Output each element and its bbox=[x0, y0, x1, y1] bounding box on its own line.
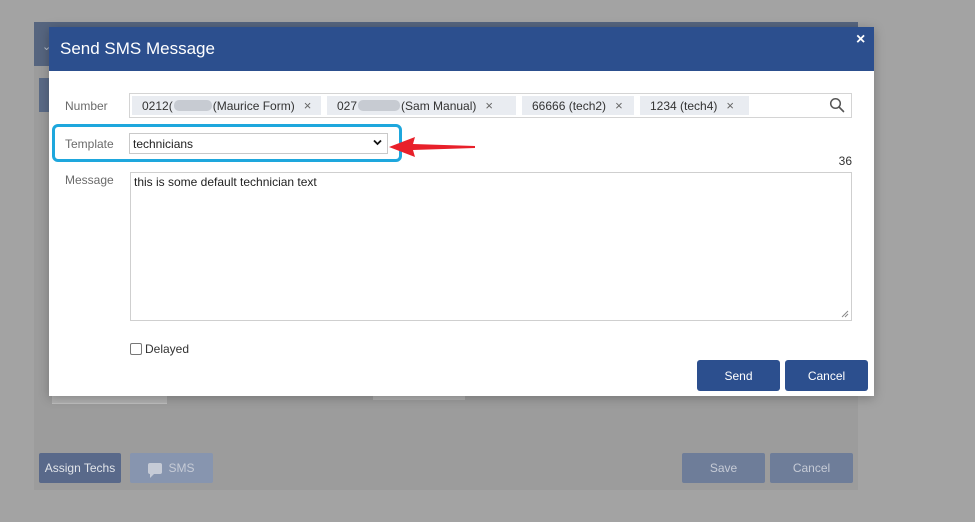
chevron-down-icon bbox=[373, 139, 382, 146]
sms-icon bbox=[148, 462, 163, 478]
assign-techs-button[interactable]: Assign Techs bbox=[39, 453, 121, 483]
chip-name: (Sam Manual) bbox=[401, 98, 477, 113]
red-arrow-annotation-icon bbox=[389, 137, 475, 157]
redacted-digits bbox=[358, 100, 401, 111]
send-button[interactable]: Send bbox=[697, 360, 780, 391]
message-label: Message bbox=[65, 173, 114, 187]
chip-name: (Maurice Form) bbox=[212, 98, 295, 113]
delayed-option[interactable]: Delayed bbox=[130, 342, 189, 356]
chip-number: 0212( bbox=[142, 98, 173, 113]
delayed-label: Delayed bbox=[145, 342, 190, 356]
template-select[interactable]: technicians bbox=[129, 133, 388, 154]
delayed-checkbox[interactable] bbox=[130, 343, 142, 355]
chip-number: 027 bbox=[337, 98, 358, 113]
close-icon[interactable]: × bbox=[856, 31, 865, 49]
recipient-chip: 0212( (Maurice Form) × bbox=[132, 96, 321, 115]
recipient-chip: 1234 (tech4) × bbox=[640, 96, 749, 115]
number-label: Number bbox=[65, 99, 108, 113]
chip-name: 66666 (tech2) bbox=[532, 98, 607, 113]
remove-chip-icon[interactable]: × bbox=[726, 98, 734, 113]
dialog-title: Send SMS Message bbox=[60, 39, 215, 58]
redacted-digits bbox=[173, 100, 212, 111]
message-text: this is some default technician text bbox=[134, 175, 317, 189]
save-button[interactable]: Save bbox=[682, 453, 765, 483]
sms-button[interactable]: SMS bbox=[130, 453, 213, 483]
message-textarea[interactable]: this is some default technician text bbox=[130, 172, 852, 321]
search-icon[interactable] bbox=[829, 97, 845, 113]
remove-chip-icon[interactable]: × bbox=[615, 98, 623, 113]
send-sms-dialog: Send SMS Message × Number 0212( (Maurice… bbox=[49, 27, 874, 396]
template-selected-value: technicians bbox=[133, 137, 194, 151]
remove-chip-icon[interactable]: × bbox=[304, 98, 312, 113]
cancel-button[interactable]: Cancel bbox=[785, 360, 868, 391]
number-recipients-input[interactable]: 0212( (Maurice Form) × 027 (Sam Manual) … bbox=[129, 93, 852, 118]
background-cancel-button[interactable]: Cancel bbox=[770, 453, 853, 483]
chip-name: 1234 (tech4) bbox=[650, 98, 718, 113]
sms-button-label: SMS bbox=[168, 461, 195, 475]
recipient-chip: 027 (Sam Manual) × bbox=[327, 96, 516, 115]
resize-handle-icon[interactable] bbox=[841, 310, 849, 318]
template-label: Template bbox=[65, 137, 114, 151]
remove-chip-icon[interactable]: × bbox=[485, 98, 493, 113]
dialog-header: Send SMS Message × bbox=[49, 27, 874, 71]
recipient-chip: 66666 (tech2) × bbox=[522, 96, 634, 115]
character-count: 36 bbox=[838, 154, 852, 168]
